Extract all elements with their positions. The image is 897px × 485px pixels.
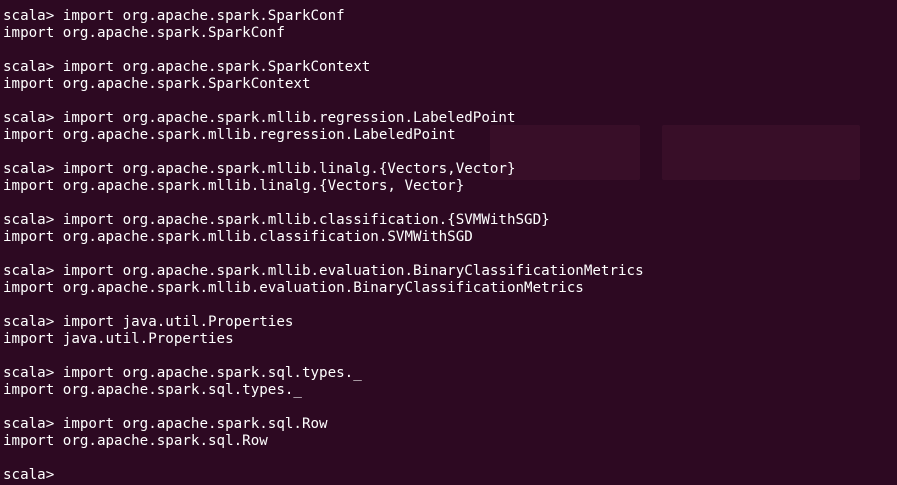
line-text: scala> import org.apache.spark.sql.types… (3, 365, 362, 381)
output-line: import org.apache.spark.mllib.regression… (3, 127, 644, 144)
blank-line (3, 93, 644, 110)
blank-line (3, 450, 644, 467)
blank-line (3, 42, 644, 59)
prompt-line: scala> import org.apache.spark.sql.Row (3, 416, 644, 433)
prompt-line: scala> import org.apache.spark.mllib.reg… (3, 110, 644, 127)
prompt-line: scala> import org.apache.spark.sql.types… (3, 365, 644, 382)
blank-line (3, 144, 644, 161)
line-text: import org.apache.spark.mllib.classifica… (3, 229, 473, 245)
line-text: scala> (3, 467, 63, 483)
line-text: scala> import org.apache.spark.mllib.eva… (3, 263, 644, 279)
blank-line (3, 195, 644, 212)
line-text: scala> import org.apache.spark.mllib.reg… (3, 110, 516, 126)
blank-line (3, 297, 644, 314)
output-line: import org.apache.spark.sql.types._ (3, 382, 644, 399)
line-text: import org.apache.spark.SparkConf (3, 25, 285, 41)
terminal-window[interactable]: scala> import org.apache.spark.SparkConf… (0, 0, 897, 485)
line-text: import org.apache.spark.mllib.regression… (3, 127, 456, 143)
output-line: import org.apache.spark.SparkContext (3, 76, 644, 93)
prompt-line: scala> (3, 467, 644, 484)
line-text: import org.apache.spark.mllib.evaluation… (3, 280, 584, 296)
line-text: import org.apache.spark.sql.Row (3, 433, 268, 449)
line-text: scala> import org.apache.spark.sql.Row (3, 416, 328, 432)
prompt-line: scala> import org.apache.spark.SparkConf (3, 8, 644, 25)
line-text: import java.util.Properties (3, 331, 234, 347)
line-text: scala> import org.apache.spark.SparkCont… (3, 59, 371, 75)
line-text: scala> import org.apache.spark.SparkConf (3, 8, 345, 24)
blank-line (3, 246, 644, 263)
blank-line (3, 348, 644, 365)
output-line: import org.apache.spark.mllib.classifica… (3, 229, 644, 246)
output-line: import java.util.Properties (3, 331, 644, 348)
output-line: import org.apache.spark.mllib.linalg.{Ve… (3, 178, 644, 195)
background-artifact (662, 125, 860, 180)
line-text: scala> import org.apache.spark.mllib.cla… (3, 212, 550, 228)
prompt-line: scala> import org.apache.spark.SparkCont… (3, 59, 644, 76)
prompt-line: scala> import java.util.Properties (3, 314, 644, 331)
blank-line (3, 399, 644, 416)
prompt-line: scala> import org.apache.spark.mllib.lin… (3, 161, 644, 178)
line-text: scala> import java.util.Properties (3, 314, 294, 330)
output-line: import org.apache.spark.mllib.evaluation… (3, 280, 644, 297)
line-text: import org.apache.spark.SparkContext (3, 76, 311, 92)
output-line: import org.apache.spark.SparkConf (3, 25, 644, 42)
prompt-line: scala> import org.apache.spark.mllib.eva… (3, 263, 644, 280)
prompt-line: scala> import org.apache.spark.mllib.cla… (3, 212, 644, 229)
line-text: import org.apache.spark.sql.types._ (3, 382, 302, 398)
terminal-output[interactable]: scala> import org.apache.spark.SparkConf… (3, 8, 644, 484)
line-text: import org.apache.spark.mllib.linalg.{Ve… (3, 178, 465, 194)
line-text: scala> import org.apache.spark.mllib.lin… (3, 161, 516, 177)
output-line: import org.apache.spark.sql.Row (3, 433, 644, 450)
